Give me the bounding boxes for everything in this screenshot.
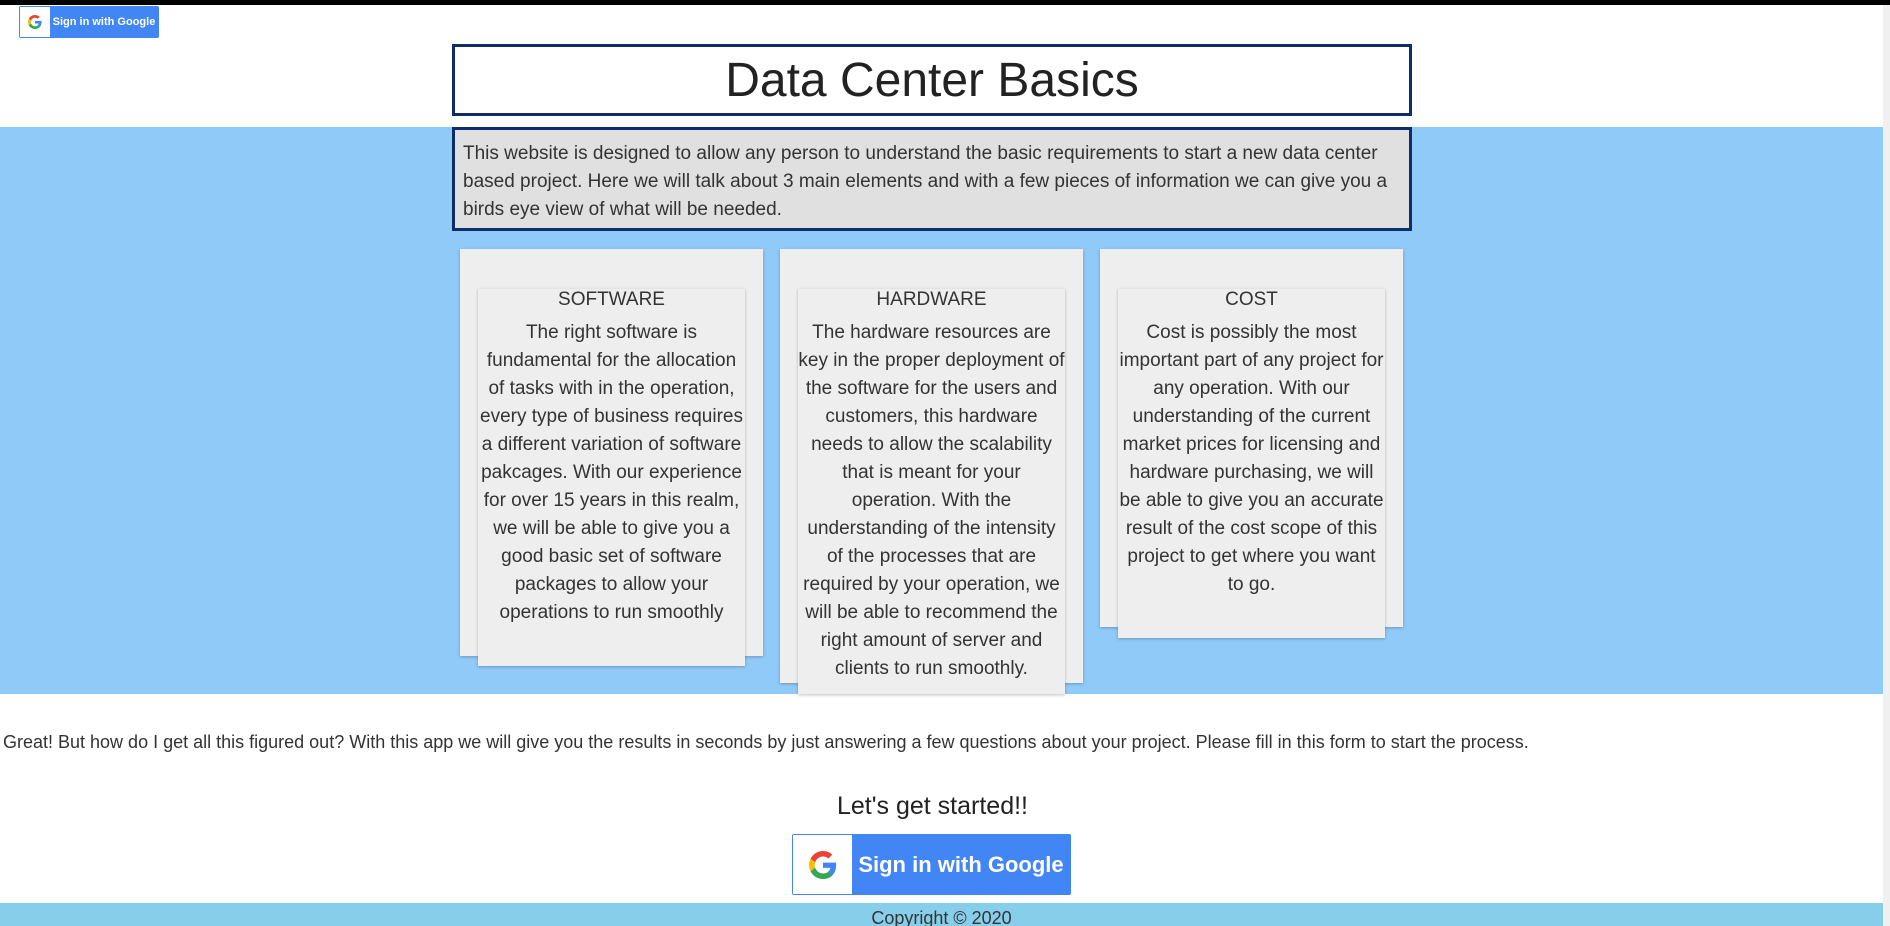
card-body: Cost is possibly the most important part…	[1119, 322, 1384, 595]
google-logo-icon	[20, 7, 50, 37]
google-signin-button-small[interactable]: Sign in with Google	[19, 6, 159, 38]
card-title: COST	[1225, 289, 1278, 310]
intro-text: This website is designed to allow any pe…	[452, 127, 1412, 231]
footer: Copyright © 2020	[0, 903, 1883, 926]
card-hardware-content: HARDWARE The hardware resources are key …	[798, 289, 1065, 694]
page: Sign in with Google Data Center Basics T…	[0, 0, 1890, 926]
card-software-content: SOFTWARE The right software is fundament…	[478, 289, 745, 666]
card-cost: COST Cost is possibly the most important…	[1100, 249, 1403, 638]
google-logo-icon	[793, 835, 852, 894]
cta-heading: Let's get started!!	[837, 792, 1028, 820]
top-bar	[0, 0, 1890, 5]
card-software: SOFTWARE The right software is fundament…	[460, 249, 763, 666]
copyright-text: Copyright © 2020	[871, 908, 1012, 926]
card-title: HARDWARE	[876, 289, 987, 310]
card-title: SOFTWARE	[558, 289, 665, 310]
google-signin-label: Sign in with Google	[52, 16, 156, 28]
card-body: The right software is fundamental for th…	[480, 322, 743, 623]
cta-text: Great! But how do I get all this figured…	[3, 732, 1529, 752]
google-signin-button[interactable]: Sign in with Google	[792, 834, 1071, 895]
card-cost-content: COST Cost is possibly the most important…	[1118, 289, 1385, 638]
page-title: Data Center Basics	[452, 44, 1412, 116]
card-hardware: HARDWARE The hardware resources are key …	[780, 249, 1083, 694]
card-body: The hardware resources are key in the pr…	[798, 322, 1065, 679]
google-signin-label: Sign in with Google	[858, 851, 1064, 877]
scrollbar[interactable]	[1883, 5, 1890, 926]
